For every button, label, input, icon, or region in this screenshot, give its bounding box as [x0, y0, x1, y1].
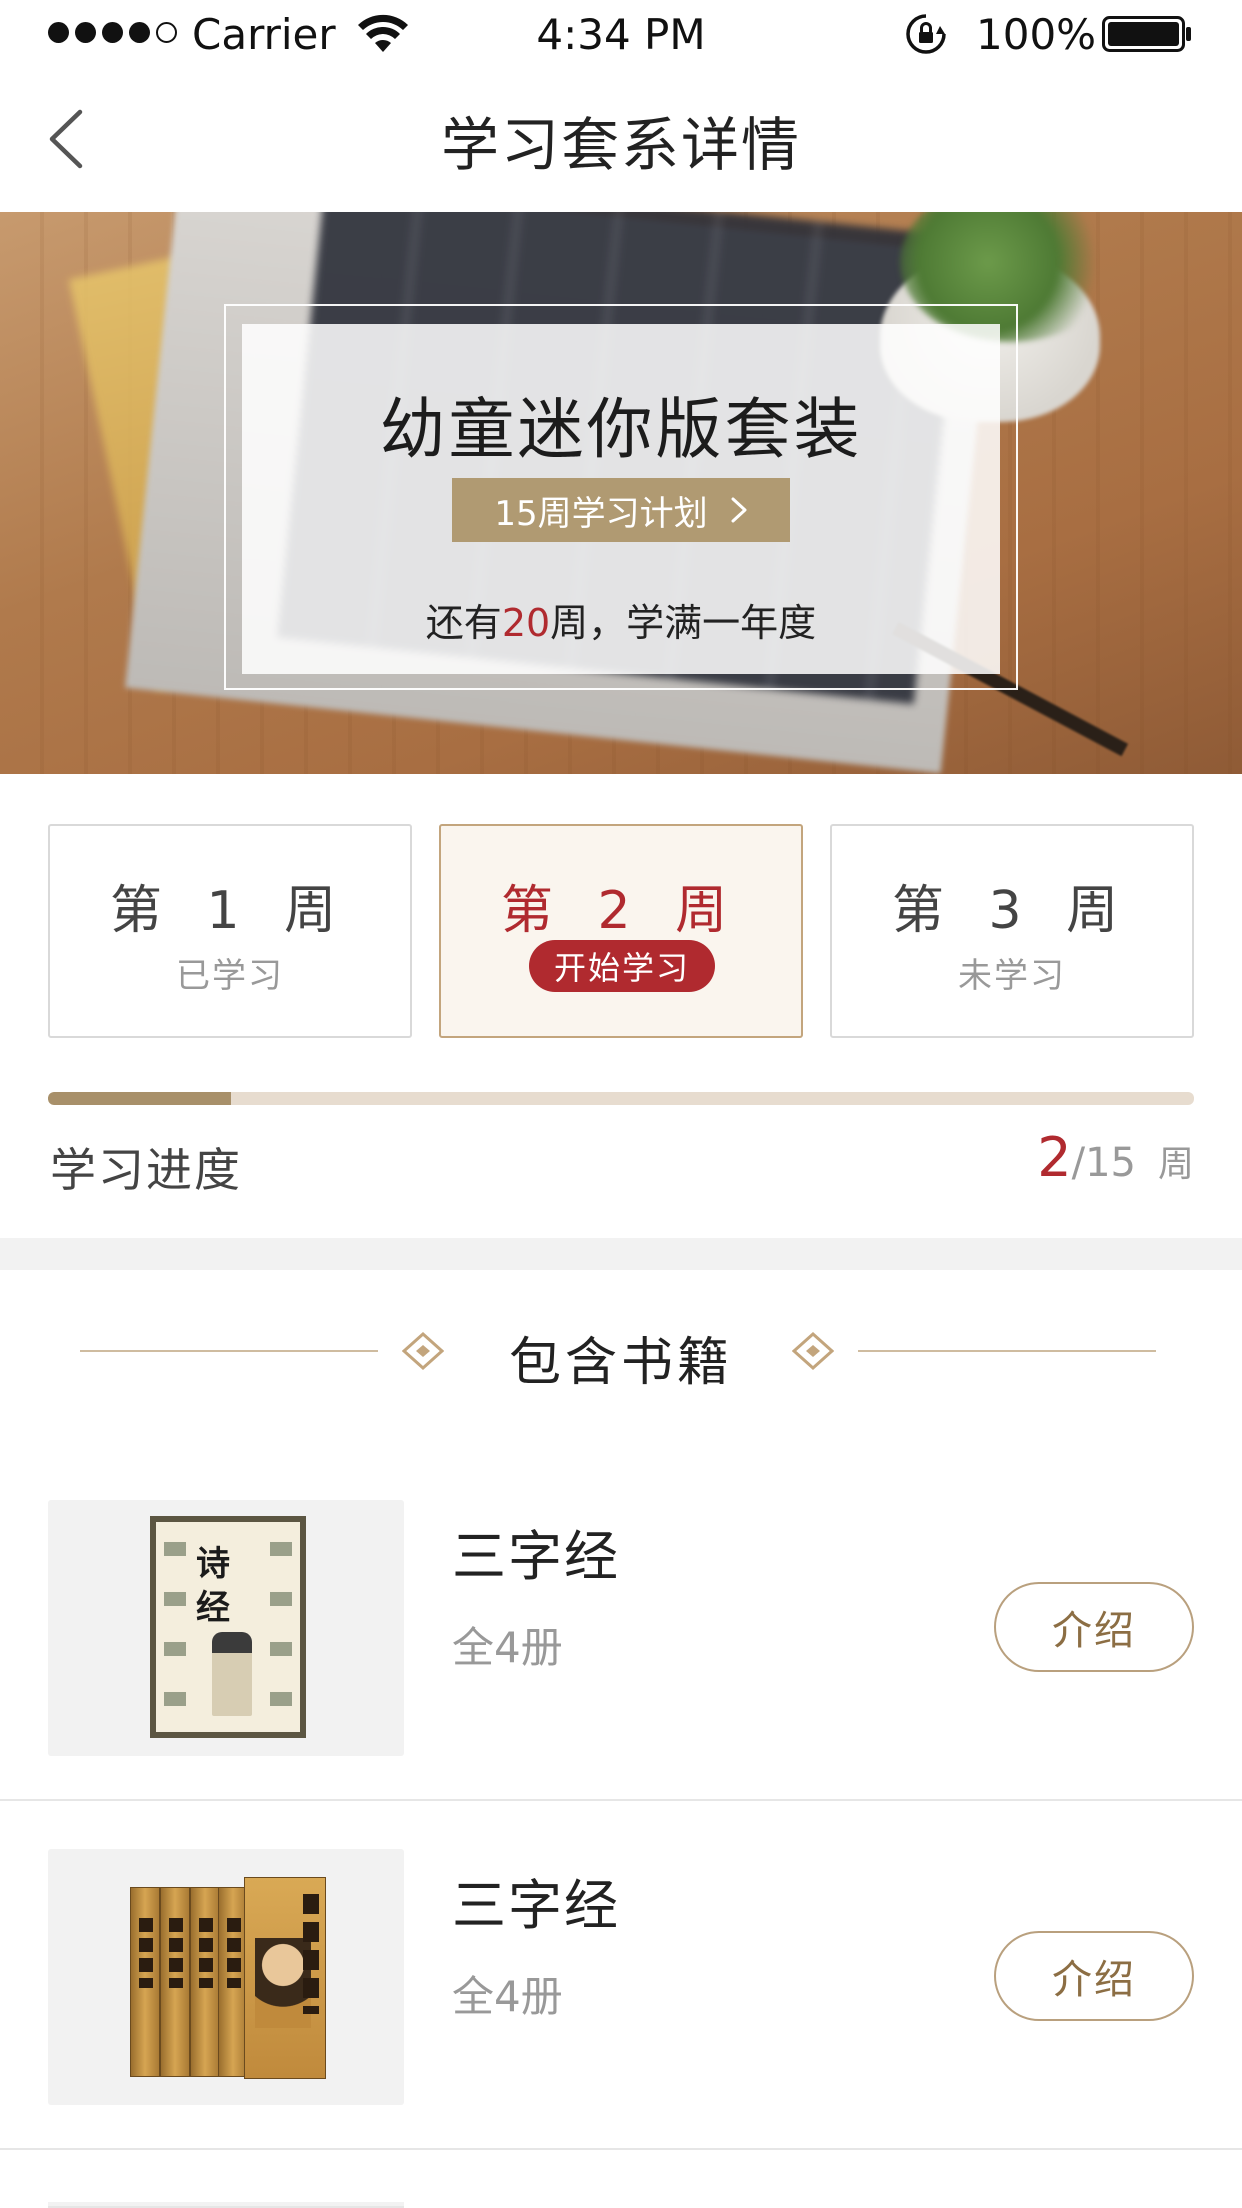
- week-title: 第 3 周: [891, 881, 1133, 941]
- remaining-prefix: 还有: [425, 601, 502, 645]
- cover-title-char-1: 诗: [196, 1544, 230, 1584]
- progress-unit: 周: [1157, 1144, 1194, 1185]
- book-volume-count: 全4册: [452, 1623, 563, 1672]
- rotation-lock-icon: [906, 14, 946, 54]
- books-section-title: 包含书籍: [508, 1333, 733, 1393]
- chevron-right-icon: [731, 497, 747, 523]
- book-title: 三字经: [452, 1525, 620, 1588]
- book-cover[interactable]: 诗 经: [48, 1500, 404, 1756]
- study-plan-label: 15周学习计划: [494, 493, 708, 534]
- remaining-suffix: 周，学满一年度: [550, 601, 817, 645]
- week-card-3[interactable]: 第 3 周 未学习: [830, 824, 1194, 1038]
- progress-bar: [48, 1092, 1194, 1105]
- page-title: 学习套系详情: [440, 111, 801, 179]
- set-title: 幼童迷你版套装: [379, 391, 863, 468]
- progress-count: 2 /15 周: [1037, 1126, 1194, 1189]
- week-status: 未学习: [958, 956, 1066, 996]
- books-section-heading: 包含书籍: [0, 1310, 1242, 1393]
- box-set-cover-image: [128, 1877, 328, 2087]
- navigation-bar: 学习套系详情: [0, 66, 1242, 212]
- remaining-weeks-text: 还有20周，学满一年度: [242, 592, 1000, 647]
- week-selector: 第 1 周 已学习 第 2 周 开始学习 第 3 周 未学习: [48, 824, 1194, 1038]
- progress-current: 2: [1037, 1126, 1072, 1189]
- book-cover-peek: [48, 2202, 404, 2208]
- cover-title-char-2: 经: [196, 1588, 230, 1628]
- poetry-book-cover-image: 诗 经: [150, 1516, 306, 1738]
- book-title: 三字经: [452, 1874, 620, 1937]
- book-list-item[interactable]: 三字经 全4册 介绍: [0, 1801, 1242, 2150]
- week-card-1[interactable]: 第 1 周 已学习: [48, 824, 412, 1038]
- book-volume-count: 全4册: [452, 1972, 563, 2021]
- heading-line-right: [858, 1350, 1156, 1352]
- progress-bar-fill: [48, 1092, 232, 1105]
- book-intro-button[interactable]: 介绍: [994, 1582, 1194, 1672]
- remaining-weeks-number: 20: [501, 601, 551, 645]
- hero-banner: 幼童迷你版套装 15周学习计划 还有20周，学满一年度: [0, 212, 1242, 774]
- week-card-2[interactable]: 第 2 周 开始学习: [439, 824, 803, 1038]
- diamond-ornament-icon: [792, 1332, 834, 1370]
- start-study-button[interactable]: 开始学习: [529, 940, 715, 992]
- book-cover[interactable]: [48, 1849, 404, 2105]
- hero-card: 幼童迷你版套装 15周学习计划 还有20周，学满一年度: [242, 324, 1000, 674]
- week-status: 已学习: [176, 956, 284, 996]
- status-bar: Carrier 4:34 PM 100%: [0, 0, 1242, 66]
- section-divider: [0, 1238, 1242, 1270]
- book-list-item[interactable]: 诗 经 三字经 全4册 介绍: [0, 1452, 1242, 1801]
- progress-label: 学习进度: [50, 1143, 242, 1197]
- week-title: 第 1 周: [109, 881, 351, 941]
- progress-total: /15: [1071, 1140, 1136, 1186]
- battery-icon: [1102, 16, 1191, 52]
- week-title: 第 2 周: [500, 881, 742, 941]
- book-intro-button[interactable]: 介绍: [994, 1931, 1194, 2021]
- battery-percentage: 100%: [976, 10, 1097, 59]
- study-plan-button[interactable]: 15周学习计划: [452, 478, 790, 542]
